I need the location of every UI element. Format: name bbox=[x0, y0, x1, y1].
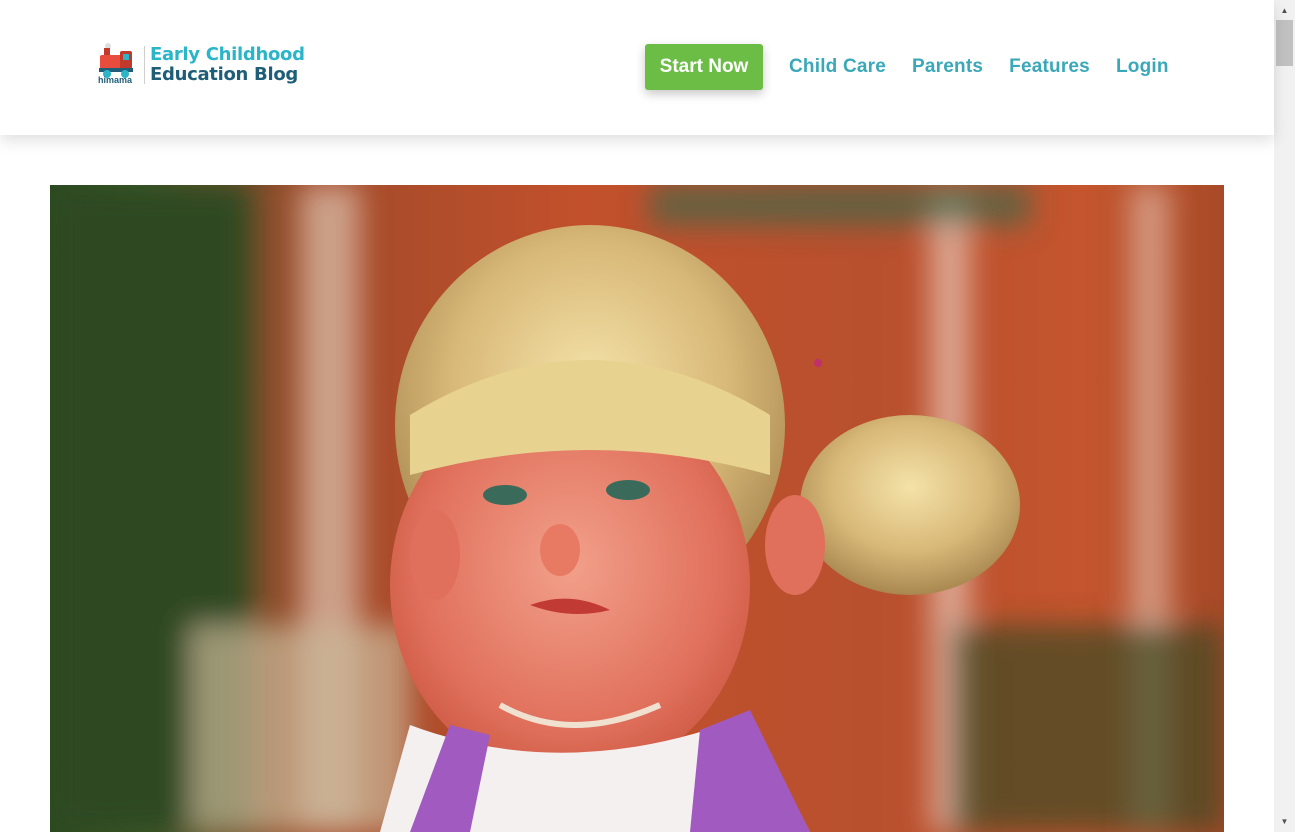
crying-toddler-photo bbox=[50, 185, 1224, 832]
site-header: himama Early Childhood Education Blog St… bbox=[0, 0, 1274, 135]
train-icon: himama bbox=[98, 42, 140, 88]
nav-link-features[interactable]: Features bbox=[1009, 56, 1090, 78]
nav-link-child-care[interactable]: Child Care bbox=[789, 56, 886, 78]
nav-link-parents[interactable]: Parents bbox=[912, 56, 983, 78]
main-nav: Start Now Child Care Parents Features Lo… bbox=[645, 44, 1169, 90]
nav-link-login[interactable]: Login bbox=[1116, 56, 1169, 78]
brand-line2: Education Blog bbox=[150, 64, 298, 85]
brand-line1: Early Childhood bbox=[150, 44, 305, 65]
brand-name: Early Childhood Education Blog bbox=[150, 45, 305, 85]
triangle-up-icon[interactable]: ▲ bbox=[1274, 2, 1295, 19]
brand-sub: himama bbox=[98, 75, 133, 85]
triangle-down-icon[interactable]: ▼ bbox=[1274, 813, 1295, 830]
scroll-thumb[interactable] bbox=[1276, 20, 1293, 66]
scrollbar[interactable]: ▲ ▼ bbox=[1274, 0, 1295, 832]
start-now-button[interactable]: Start Now bbox=[645, 44, 763, 90]
logo-divider bbox=[144, 46, 145, 84]
site-logo[interactable]: himama Early Childhood Education Blog bbox=[98, 40, 305, 90]
hero-image bbox=[50, 185, 1224, 832]
